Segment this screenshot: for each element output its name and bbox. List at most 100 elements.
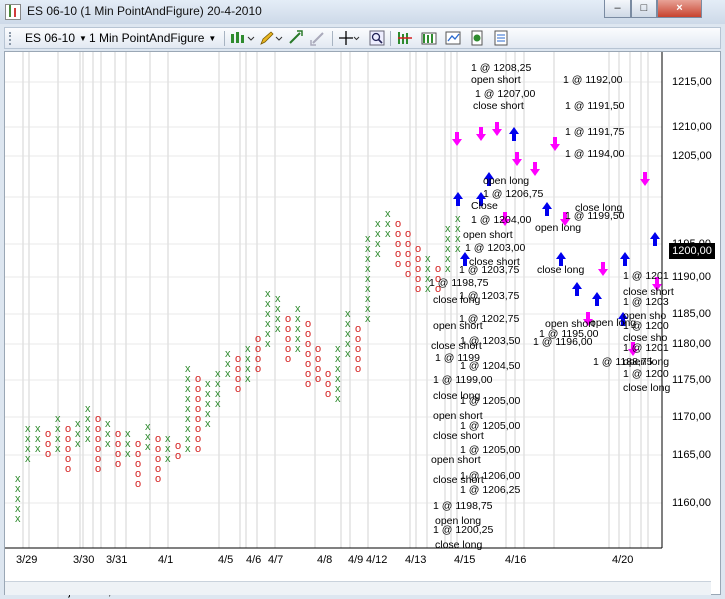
pnf-x-mark: x [225, 368, 231, 380]
price-label: 1205,00 [672, 150, 712, 162]
pnf-x-mark: x [265, 338, 271, 350]
pnf-x-mark: x [55, 443, 61, 455]
close-button[interactable]: × [657, 0, 702, 18]
chart-toolbar: ES 06-10 ▼ 1 Min PointAndFigure ▼ [4, 27, 721, 49]
pnf-x-mark: x [145, 441, 151, 453]
buy-arrow-icon [453, 192, 463, 206]
execution-label: 1 @ 1205,00 [460, 395, 521, 407]
search-icon[interactable] [369, 30, 385, 46]
pnf-x-mark: x [125, 448, 131, 460]
sell-arrow-icon [598, 262, 608, 276]
pencil-icon[interactable] [259, 30, 283, 46]
execution-label: 1 @ 1203,75 [459, 264, 520, 276]
pnf-o-mark: o [195, 443, 201, 455]
pnf-o-mark: o [415, 283, 421, 295]
buy-arrow-icon [509, 127, 519, 141]
price-label: 1175,00 [672, 374, 711, 386]
buy-arrow-icon [572, 282, 582, 296]
zoom-in-icon[interactable] [287, 30, 303, 46]
sell-arrow-icon [640, 172, 650, 186]
price-label: 1165,00 [672, 449, 711, 461]
execution-label: 1 @ 1204,00 [471, 214, 532, 226]
execution-label: close long [575, 202, 623, 214]
buy-arrow-icon [620, 252, 630, 266]
execution-label: close short [433, 430, 484, 442]
pnf-o-mark: o [115, 458, 121, 470]
chart-style-icon[interactable] [229, 30, 255, 46]
date-label: 3/31 [106, 554, 128, 566]
maximize-button[interactable]: □ [631, 0, 657, 18]
minimize-button[interactable]: – [604, 0, 631, 18]
execution-label: 1 @ 1194,00 [565, 148, 625, 160]
date-label: 4/16 [505, 554, 527, 566]
execution-label: 1 @ 1199,00 [433, 374, 493, 386]
pnf-x-mark: x [345, 348, 351, 360]
pnf-o-mark: o [175, 450, 181, 462]
pnf-o-mark: o [45, 448, 51, 460]
pnf-o-mark: o [315, 373, 321, 385]
zoom-out-icon[interactable] [310, 30, 326, 46]
execution-label: open short [431, 454, 481, 466]
date-label: 4/6 [246, 554, 262, 566]
sell-arrow-icon [512, 152, 522, 166]
date-label: 4/8 [317, 554, 333, 566]
execution-label: Close [471, 200, 498, 212]
pnf-x-mark: x [75, 438, 81, 450]
execution-label: open short [433, 320, 483, 332]
date-label: 3/30 [73, 554, 95, 566]
pnf-x-mark: x [335, 393, 341, 405]
sell-arrow-icon [476, 127, 486, 141]
toolbar-grip[interactable] [9, 32, 13, 45]
period-label: 1 Min PointAndFigure [89, 31, 205, 45]
pnf-x-mark: x [375, 248, 381, 260]
horizontal-scrollbar[interactable] [5, 581, 711, 595]
execution-label: 1 @ 1200 [623, 320, 669, 332]
pnf-o-mark: o [155, 473, 161, 485]
execution-label: close long [537, 264, 585, 276]
indicators-icon[interactable] [397, 30, 413, 46]
data-box-icon[interactable] [493, 30, 509, 46]
date-label: 4/12 [366, 554, 388, 566]
execution-label: open long [535, 222, 582, 234]
pnf-o-mark: o [135, 478, 141, 490]
execution-label: 1 @ 1203,00 [465, 242, 526, 254]
date-label: 4/20 [612, 554, 634, 566]
pnf-x-mark: x [105, 438, 111, 450]
price-label: 1215,00 [672, 76, 712, 88]
sell-arrow-icon [492, 122, 502, 136]
money-icon[interactable] [469, 30, 485, 46]
price-label: 1190,00 [672, 271, 711, 283]
pnf-x-mark: x [295, 343, 301, 355]
execution-label: 1 @ 1206,75 [483, 188, 544, 200]
chart-grid [5, 52, 662, 548]
window-titlebar: ES 06-10 (1 Min PointAndFigure) 20-4-201… [0, 0, 725, 24]
execution-label: open long [483, 175, 530, 187]
strategies-icon[interactable] [421, 30, 437, 46]
execution-label: 1 @ 1208,25 [471, 62, 532, 74]
pnf-x-mark: x [245, 373, 251, 385]
pnf-o-mark: o [95, 463, 101, 475]
pnf-x-mark: x [85, 433, 91, 445]
execution-label: 1 @ 1200,25 [433, 524, 494, 536]
window-title: ES 06-10 (1 Min PointAndFigure) 20-4-201… [27, 4, 262, 18]
execution-label: 1 @ 1192,00 [563, 74, 623, 86]
crosshair-icon[interactable] [338, 30, 360, 46]
pnf-o-mark: o [255, 363, 261, 375]
execution-label: open short [545, 318, 595, 330]
price-label: 1185,00 [672, 308, 711, 320]
period-selector[interactable]: 1 Min PointAndFigure ▼ [89, 31, 216, 46]
pnf-x-mark: x [445, 263, 451, 275]
pnf-x-mark: x [25, 453, 31, 465]
current-price-marker: 1200,00 [669, 243, 715, 259]
pnf-o-mark: o [285, 353, 291, 365]
chart-trader-icon[interactable] [445, 30, 461, 46]
date-label: 3/29 [16, 554, 38, 566]
execution-label: open long [623, 356, 670, 368]
instrument-selector[interactable]: ES 06-10 ▼ [25, 31, 87, 46]
chart-panel[interactable]: xxxxxxxxxxxxoooxxxxoooooxxxxxxxooooooxxx… [4, 51, 721, 598]
buy-arrow-icon [542, 202, 552, 216]
pnf-x-mark: x [385, 228, 391, 240]
execution-label: 1 @ 1201 [623, 342, 669, 354]
execution-label: close short [431, 340, 482, 352]
pnf-x-mark: x [15, 513, 21, 525]
